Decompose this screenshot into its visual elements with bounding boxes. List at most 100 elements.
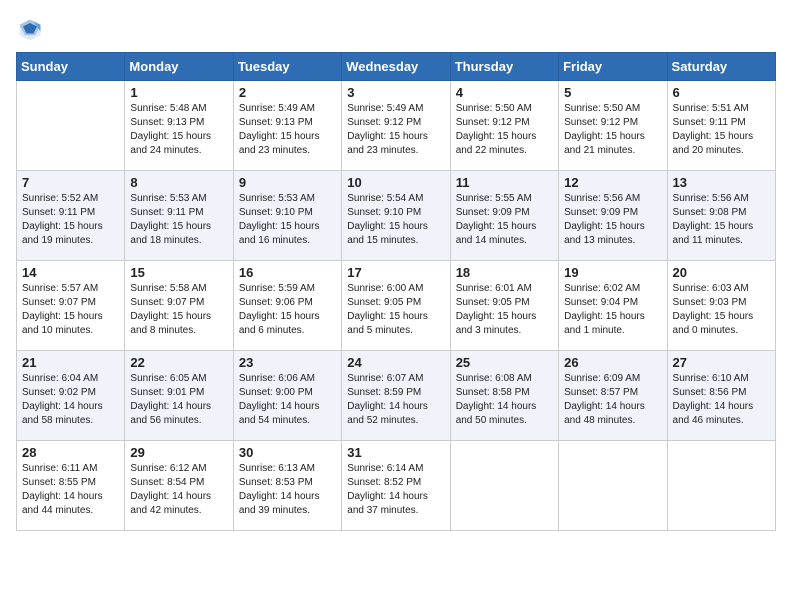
day-number: 10: [347, 175, 444, 190]
weekday-header-saturday: Saturday: [667, 53, 775, 81]
day-number: 21: [22, 355, 119, 370]
calendar-cell: 20 Sunrise: 6:03 AM Sunset: 9:03 PM Dayli…: [667, 261, 775, 351]
calendar-cell: 28 Sunrise: 6:11 AM Sunset: 8:55 PM Dayli…: [17, 441, 125, 531]
week-row-5: 28 Sunrise: 6:11 AM Sunset: 8:55 PM Dayli…: [17, 441, 776, 531]
day-number: 30: [239, 445, 336, 460]
calendar-cell: [559, 441, 667, 531]
day-info: Sunrise: 6:06 AM Sunset: 9:00 PM Dayligh…: [239, 372, 336, 428]
day-number: 31: [347, 445, 444, 460]
day-number: 11: [456, 175, 553, 190]
calendar-cell: [17, 81, 125, 171]
calendar-cell: [450, 441, 558, 531]
day-number: 22: [130, 355, 227, 370]
page-header: [16, 16, 776, 44]
day-info: Sunrise: 6:03 AM Sunset: 9:03 PM Dayligh…: [673, 282, 770, 338]
calendar-cell: 7 Sunrise: 5:52 AM Sunset: 9:11 PM Daylig…: [17, 171, 125, 261]
week-row-2: 7 Sunrise: 5:52 AM Sunset: 9:11 PM Daylig…: [17, 171, 776, 261]
day-info: Sunrise: 6:09 AM Sunset: 8:57 PM Dayligh…: [564, 372, 661, 428]
calendar-cell: 27Sunrise: 6:10 AM Sunset: 8:56 PM Dayli…: [667, 351, 775, 441]
calendar-cell: 30 Sunrise: 6:13 AM Sunset: 8:53 PM Dayli…: [233, 441, 341, 531]
day-number: 7: [22, 175, 119, 190]
day-number: 25: [456, 355, 553, 370]
calendar-cell: 2 Sunrise: 5:49 AM Sunset: 9:13 PM Daylig…: [233, 81, 341, 171]
calendar-cell: 23 Sunrise: 6:06 AM Sunset: 9:00 PM Dayli…: [233, 351, 341, 441]
day-info: Sunrise: 5:52 AM Sunset: 9:11 PM Dayligh…: [22, 192, 119, 248]
day-info: Sunrise: 6:07 AM Sunset: 8:59 PM Dayligh…: [347, 372, 444, 428]
day-number: 4: [456, 85, 553, 100]
day-info: Sunrise: 6:12 AM Sunset: 8:54 PM Dayligh…: [130, 462, 227, 518]
day-info: Sunrise: 5:49 AM Sunset: 9:12 PM Dayligh…: [347, 102, 444, 158]
day-number: 27: [673, 355, 770, 370]
calendar-cell: 25 Sunrise: 6:08 AM Sunset: 8:58 PM Dayli…: [450, 351, 558, 441]
weekday-header-friday: Friday: [559, 53, 667, 81]
day-number: 24: [347, 355, 444, 370]
day-number: 20: [673, 265, 770, 280]
calendar-cell: 21 Sunrise: 6:04 AM Sunset: 9:02 PM Dayli…: [17, 351, 125, 441]
calendar-cell: 4Sunrise: 5:50 AM Sunset: 9:12 PM Daylig…: [450, 81, 558, 171]
calendar-cell: 1 Sunrise: 5:48 AM Sunset: 9:13 PM Daylig…: [125, 81, 233, 171]
calendar-cell: 24 Sunrise: 6:07 AM Sunset: 8:59 PM Dayli…: [342, 351, 450, 441]
day-number: 13: [673, 175, 770, 190]
calendar-cell: 18 Sunrise: 6:01 AM Sunset: 9:05 PM Dayli…: [450, 261, 558, 351]
calendar-cell: 29 Sunrise: 6:12 AM Sunset: 8:54 PM Dayli…: [125, 441, 233, 531]
day-number: 5: [564, 85, 661, 100]
day-info: Sunrise: 5:49 AM Sunset: 9:13 PM Dayligh…: [239, 102, 336, 158]
day-info: Sunrise: 6:11 AM Sunset: 8:55 PM Dayligh…: [22, 462, 119, 518]
calendar-cell: 10 Sunrise: 5:54 AM Sunset: 9:10 PM Dayli…: [342, 171, 450, 261]
day-info: Sunrise: 5:55 AM Sunset: 9:09 PM Dayligh…: [456, 192, 553, 248]
day-info: Sunrise: 5:51 AM Sunset: 9:11 PM Dayligh…: [673, 102, 770, 158]
day-number: 12: [564, 175, 661, 190]
day-number: 14: [22, 265, 119, 280]
day-info: Sunrise: 5:53 AM Sunset: 9:10 PM Dayligh…: [239, 192, 336, 248]
day-info: Sunrise: 5:54 AM Sunset: 9:10 PM Dayligh…: [347, 192, 444, 248]
calendar-cell: 13 Sunrise: 5:56 AM Sunset: 9:08 PM Dayli…: [667, 171, 775, 261]
calendar-cell: 12 Sunrise: 5:56 AM Sunset: 9:09 PM Dayli…: [559, 171, 667, 261]
calendar-cell: 9Sunrise: 5:53 AM Sunset: 9:10 PM Daylig…: [233, 171, 341, 261]
weekday-header-sunday: Sunday: [17, 53, 125, 81]
calendar-cell: 5 Sunrise: 5:50 AM Sunset: 9:12 PM Daylig…: [559, 81, 667, 171]
calendar-cell: 6 Sunrise: 5:51 AM Sunset: 9:11 PM Daylig…: [667, 81, 775, 171]
weekday-header-wednesday: Wednesday: [342, 53, 450, 81]
weekday-header-row: SundayMondayTuesdayWednesdayThursdayFrid…: [17, 53, 776, 81]
day-info: Sunrise: 6:02 AM Sunset: 9:04 PM Dayligh…: [564, 282, 661, 338]
day-number: 6: [673, 85, 770, 100]
logo: [16, 16, 48, 44]
day-info: Sunrise: 5:50 AM Sunset: 9:12 PM Dayligh…: [564, 102, 661, 158]
day-info: Sunrise: 5:56 AM Sunset: 9:09 PM Dayligh…: [564, 192, 661, 248]
day-number: 15: [130, 265, 227, 280]
day-info: Sunrise: 5:48 AM Sunset: 9:13 PM Dayligh…: [130, 102, 227, 158]
day-info: Sunrise: 6:05 AM Sunset: 9:01 PM Dayligh…: [130, 372, 227, 428]
day-number: 18: [456, 265, 553, 280]
day-info: Sunrise: 6:13 AM Sunset: 8:53 PM Dayligh…: [239, 462, 336, 518]
day-number: 28: [22, 445, 119, 460]
day-info: Sunrise: 6:08 AM Sunset: 8:58 PM Dayligh…: [456, 372, 553, 428]
week-row-4: 21 Sunrise: 6:04 AM Sunset: 9:02 PM Dayli…: [17, 351, 776, 441]
day-info: Sunrise: 6:04 AM Sunset: 9:02 PM Dayligh…: [22, 372, 119, 428]
day-info: Sunrise: 5:59 AM Sunset: 9:06 PM Dayligh…: [239, 282, 336, 338]
calendar-cell: 3Sunrise: 5:49 AM Sunset: 9:12 PM Daylig…: [342, 81, 450, 171]
day-info: Sunrise: 6:00 AM Sunset: 9:05 PM Dayligh…: [347, 282, 444, 338]
day-number: 8: [130, 175, 227, 190]
calendar-cell: 15Sunrise: 5:58 AM Sunset: 9:07 PM Dayli…: [125, 261, 233, 351]
day-info: Sunrise: 5:56 AM Sunset: 9:08 PM Dayligh…: [673, 192, 770, 248]
day-number: 2: [239, 85, 336, 100]
weekday-header-monday: Monday: [125, 53, 233, 81]
calendar-cell: 26 Sunrise: 6:09 AM Sunset: 8:57 PM Dayli…: [559, 351, 667, 441]
calendar-table: SundayMondayTuesdayWednesdayThursdayFrid…: [16, 52, 776, 531]
calendar-cell: [667, 441, 775, 531]
calendar-cell: 8Sunrise: 5:53 AM Sunset: 9:11 PM Daylig…: [125, 171, 233, 261]
calendar-cell: 19 Sunrise: 6:02 AM Sunset: 9:04 PM Dayli…: [559, 261, 667, 351]
day-number: 19: [564, 265, 661, 280]
calendar-cell: 16Sunrise: 5:59 AM Sunset: 9:06 PM Dayli…: [233, 261, 341, 351]
day-info: Sunrise: 6:14 AM Sunset: 8:52 PM Dayligh…: [347, 462, 444, 518]
day-number: 26: [564, 355, 661, 370]
day-info: Sunrise: 6:01 AM Sunset: 9:05 PM Dayligh…: [456, 282, 553, 338]
week-row-3: 14 Sunrise: 5:57 AM Sunset: 9:07 PM Dayli…: [17, 261, 776, 351]
week-row-1: 1 Sunrise: 5:48 AM Sunset: 9:13 PM Daylig…: [17, 81, 776, 171]
day-number: 23: [239, 355, 336, 370]
day-info: Sunrise: 5:57 AM Sunset: 9:07 PM Dayligh…: [22, 282, 119, 338]
day-number: 1: [130, 85, 227, 100]
day-number: 29: [130, 445, 227, 460]
calendar-cell: 22 Sunrise: 6:05 AM Sunset: 9:01 PM Dayli…: [125, 351, 233, 441]
calendar-cell: 14 Sunrise: 5:57 AM Sunset: 9:07 PM Dayli…: [17, 261, 125, 351]
